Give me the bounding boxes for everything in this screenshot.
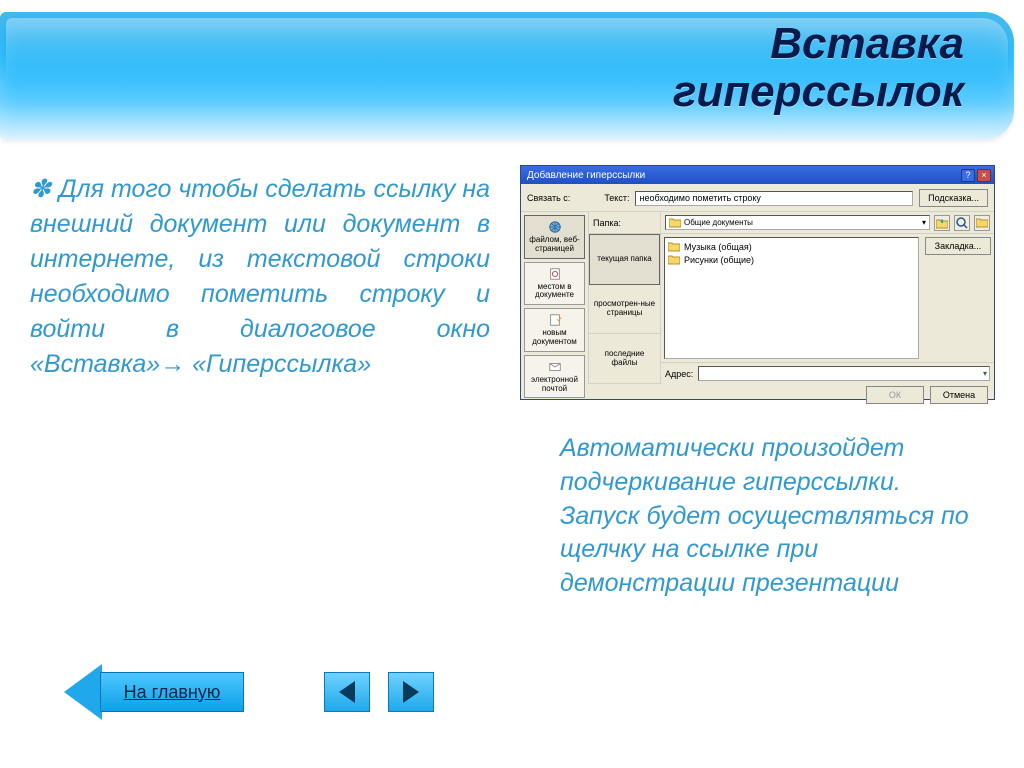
current-folder-button[interactable]: текущая папка (589, 234, 660, 285)
prev-button[interactable] (324, 672, 370, 712)
close-icon[interactable]: × (977, 169, 991, 182)
hyperlink-dialog: Добавление гиперссылки ? × Связать с: Те… (520, 165, 995, 400)
up-folder-icon[interactable] (934, 215, 950, 231)
address-input[interactable] (698, 366, 990, 381)
browsed-pages-button[interactable]: просмотрен-ные страницы (589, 285, 660, 335)
list-item[interactable]: Рисунки (общие) (668, 254, 915, 267)
text-label: Текст: (604, 193, 629, 203)
list-item[interactable]: Музыка (общая) (668, 241, 915, 254)
target-icon (547, 267, 563, 281)
folder-combo[interactable]: Общие документы ▾ (665, 215, 930, 230)
new-doc-icon (547, 313, 563, 327)
help-icon[interactable]: ? (961, 169, 975, 182)
address-label: Адрес: (665, 369, 693, 379)
link-to-tabs: файлом, веб-страницей местом в документе… (521, 212, 589, 384)
home-label: На главную (100, 672, 244, 712)
ok-button[interactable]: ОК (866, 386, 924, 404)
dialog-titlebar: Добавление гиперссылки ? × (521, 166, 994, 184)
folder-label: Папка: (589, 212, 660, 234)
tab-place-in-doc[interactable]: местом в документе (524, 262, 585, 306)
triangle-left-icon (339, 681, 355, 703)
bullet-icon: ✽ (30, 175, 51, 203)
slide-title: Вставка гиперссылок (673, 20, 964, 117)
screentip-button[interactable]: Подсказка... (919, 189, 988, 207)
body-paragraph: ✽Для того чтобы сделать ссылку на внешни… (30, 172, 490, 382)
cancel-button[interactable]: Отмена (930, 386, 988, 404)
mail-icon (547, 360, 563, 374)
link-with-label: Связать с: (527, 193, 570, 203)
browse-mode-column: Папка: текущая папка просмотрен-ные стра… (589, 212, 661, 384)
right-note: Автоматически произойдет подчеркивание г… (560, 432, 980, 601)
home-button[interactable]: На главную (64, 664, 244, 720)
folder-icon (669, 218, 681, 228)
arrow-left-icon (64, 664, 102, 720)
tab-file-web[interactable]: файлом, веб-страницей (524, 215, 585, 259)
next-button[interactable] (388, 672, 434, 712)
recent-files-button[interactable]: последние файлы (589, 334, 660, 384)
browse-file-icon[interactable] (974, 215, 990, 231)
bookmark-button[interactable]: Закладка... (925, 237, 991, 255)
folder-icon (668, 255, 680, 265)
file-list[interactable]: Музыка (общая) Рисунки (общие) (664, 237, 919, 359)
body-text-content: Для того чтобы сделать ссылку на внешний… (30, 175, 490, 378)
folder-icon (668, 242, 680, 252)
tab-email[interactable]: электронной почтой (524, 355, 585, 399)
display-text-input[interactable]: необходимо пометить строку (635, 191, 913, 206)
tab-new-doc[interactable]: новым документом (524, 308, 585, 352)
browse-web-icon[interactable] (954, 215, 970, 231)
triangle-right-icon (403, 681, 419, 703)
title-line-2: гиперссылок (673, 68, 964, 116)
dialog-title: Добавление гиперссылки (527, 170, 645, 181)
globe-icon (547, 220, 563, 234)
title-line-1: Вставка (673, 20, 964, 68)
nav-area: На главную (64, 664, 434, 720)
dialog-text-row: Связать с: Текст: необходимо пометить ст… (521, 184, 994, 212)
